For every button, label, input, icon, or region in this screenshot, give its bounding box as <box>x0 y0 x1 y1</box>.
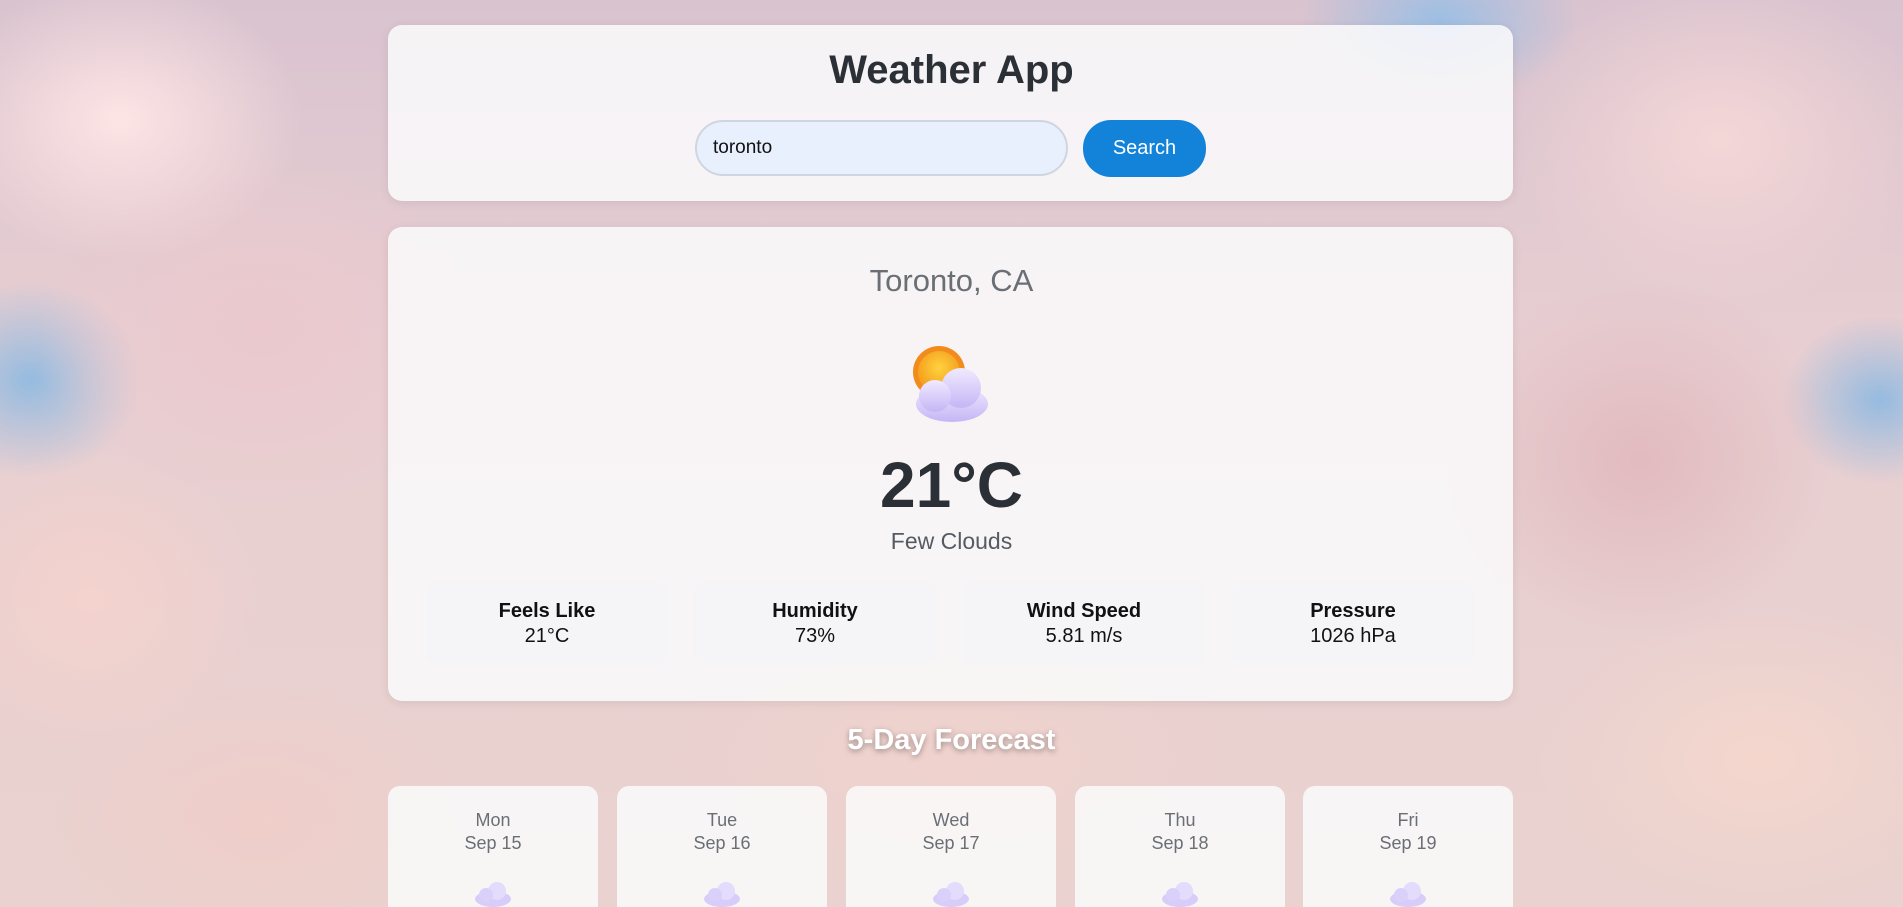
forecast-date: Sep 19 <box>1379 833 1437 853</box>
stat-label: Pressure <box>1310 600 1396 622</box>
current-temperature: 21°C <box>880 449 1023 521</box>
forecast-card: Tue Sep 16 <box>617 786 827 907</box>
cloud-icon <box>1162 882 1198 907</box>
stat-label: Humidity <box>772 600 858 622</box>
forecast-date: Sep 16 <box>693 833 751 853</box>
app-title: Weather App <box>829 48 1074 92</box>
forecast-day: Fri <box>1397 810 1419 830</box>
city-name: Toronto, CA <box>869 263 1034 298</box>
forecast-date: Sep 18 <box>1151 833 1209 853</box>
search-button[interactable]: Search <box>1083 120 1206 177</box>
forecast-card: Mon Sep 15 <box>388 786 598 907</box>
stat-label: Feels Like <box>498 600 596 622</box>
stat-label: Wind Speed <box>1026 600 1142 622</box>
cloud-icon <box>704 882 740 907</box>
sun-behind-cloud-icon <box>913 346 988 422</box>
forecast-card: Fri Sep 19 <box>1303 786 1513 907</box>
stat-humidity: Humidity 73% <box>694 582 936 664</box>
cloud-icon <box>475 882 511 907</box>
forecast-day: Wed <box>932 810 970 830</box>
stat-wind-speed: Wind Speed 5.81 m/s <box>963 582 1205 664</box>
stat-feels-like: Feels Like 21°C <box>426 582 668 664</box>
forecast-day: Tue <box>706 810 738 830</box>
stat-value: 21°C <box>524 625 570 647</box>
stat-value: 73% <box>794 625 836 647</box>
stat-value: 1026 hPa <box>1310 625 1396 647</box>
forecast-day: Mon <box>475 810 511 830</box>
search-input[interactable] <box>695 120 1068 176</box>
weather-description: Few Clouds <box>890 528 1013 554</box>
forecast-card: Thu Sep 18 <box>1075 786 1285 907</box>
stat-pressure: Pressure 1026 hPa <box>1232 582 1474 664</box>
forecast-day: Thu <box>1164 810 1196 830</box>
forecast-date: Sep 17 <box>922 833 980 853</box>
forecast-card: Wed Sep 17 <box>846 786 1056 907</box>
forecast-date: Sep 15 <box>464 833 522 853</box>
cloud-icon <box>933 882 969 907</box>
cloud-icon <box>1390 882 1426 907</box>
stat-value: 5.81 m/s <box>1045 625 1123 647</box>
forecast-title: 5-Day Forecast <box>847 724 1056 756</box>
